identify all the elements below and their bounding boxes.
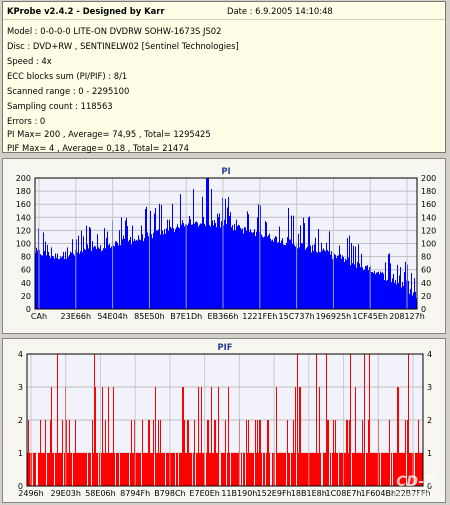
pi-chart-panel: PI 0 0 20 20 40 40 60 60 80 80 100 100 120 120 140 140 16… [2,158,446,334]
info-errors: Errors : 0 [7,116,46,126]
y-tick-label-right: 20 [421,292,431,301]
info-model: Model : 0-0-0-0 LITE-ON DVDRW SOHW-1673S… [7,26,222,36]
y-tick-label-left: 60 [21,266,31,275]
y-tick-label-left: 160 [16,200,31,209]
header-divider [3,19,445,20]
x-tick-label: 196925h [316,312,352,321]
y-tick-label-left: 40 [21,279,31,288]
scan-date: Date : 6.9.2005 14:10:48 [227,6,333,16]
x-tick-label: 58E06h [85,489,115,498]
y-tick-label-left: 20 [21,292,31,301]
y-tick-label-left: 100 [16,240,31,249]
y-tick-label-left: 140 [16,213,31,222]
x-tick-label: 208127h [389,312,425,321]
y-tick-label-right: 40 [421,279,431,288]
pi-chart: PI0 020 2040 4060 6080 80100 100120 120140 14016… [16,166,437,321]
y-tick-label-right: 1 [427,449,432,458]
info-range: Scanned range : 0 - 2295100 [7,86,130,96]
info-speed: Speed : 4x [7,56,52,66]
x-tick-label: 152E9Fh [257,489,292,498]
info-pif-summary: PIF Max= 4 , Average= 0,18 , Total= 2147… [7,143,189,153]
app-title: KProbe v2.4.2 - Designed by Karr [7,6,165,16]
chart-title: PIF [218,342,233,352]
info-pi-summary: PI Max= 200 , Average= 74,95 , Total= 12… [7,129,211,139]
x-tick-label: 2496h [18,489,43,498]
pif-chart-panel: PIF 0 0 1 1 2 2 3 3 4 4 2496h 29E03h 58E06h 8794Fh B798… [2,338,446,503]
y-tick-label-left: 120 [16,226,31,235]
info-disc: Disc : DVD+RW , SENTINELW02 [Sentinel Te… [7,41,239,51]
pif-chart: PIF0 01 12 23 34 42496h 29E03h 58E06h 8794Fh B798… [18,342,432,498]
y-tick-label-right: 80 [421,253,431,262]
y-tick-label-left: 2 [18,416,23,425]
info-sampling: Sampling count : 118563 [7,101,113,111]
x-tick-label: 1F604Bh [361,489,397,498]
x-tick-label: 8794Fh [120,489,150,498]
y-tick-label-left: 3 [18,383,23,392]
y-tick-label-right: 100 [421,240,436,249]
y-tick-label-right: 3 [427,383,432,392]
y-tick-label-left: 1 [18,449,23,458]
x-tick-label: 85E50h [134,312,164,321]
x-tick-label: 18B1E8h [291,489,327,498]
y-tick-label-right: 60 [421,266,431,275]
x-tick-label: CAh [31,312,47,321]
y-tick-label-right: 120 [421,226,436,235]
y-tick-label-right: 2 [427,416,432,425]
y-tick-label-right: 180 [421,187,436,196]
y-tick-label-left: 4 [18,350,23,359]
x-tick-label: 1C08E7h [326,489,362,498]
y-tick-label-left: 200 [16,174,31,183]
x-tick-label: 29E03h [50,489,80,498]
watermark-logo: CD-R [396,474,435,490]
x-tick-label: B7E1Dh [170,312,202,321]
chart-title: PI [221,166,230,176]
x-tick-label: 1221FEh [242,312,277,321]
info-header: KProbe v2.4.2 - Designed by Karr Date : … [2,1,446,153]
x-tick-label: B798Ch [154,489,185,498]
x-tick-label: 1CF45Eh [352,312,388,321]
x-tick-label: 54E04h [97,312,127,321]
y-tick-label-left: 80 [21,253,31,262]
info-ecc: ECC blocks sum (PI/PIF) : 8/1 [7,71,128,81]
y-tick-label-right: 200 [421,174,436,183]
x-tick-label: EB366h [208,312,239,321]
watermark-site: www.cdr.cz [393,490,433,498]
y-tick-label-right: 140 [421,213,436,222]
y-tick-label-right: 4 [427,350,432,359]
y-tick-label-left: 180 [16,187,31,196]
x-tick-label: E7E0Eh [189,489,219,498]
x-tick-label: 23E66h [61,312,91,321]
x-tick-label: 15C737h [279,312,315,321]
y-tick-label-right: 160 [421,200,436,209]
x-tick-label: 11B190h [221,489,257,498]
